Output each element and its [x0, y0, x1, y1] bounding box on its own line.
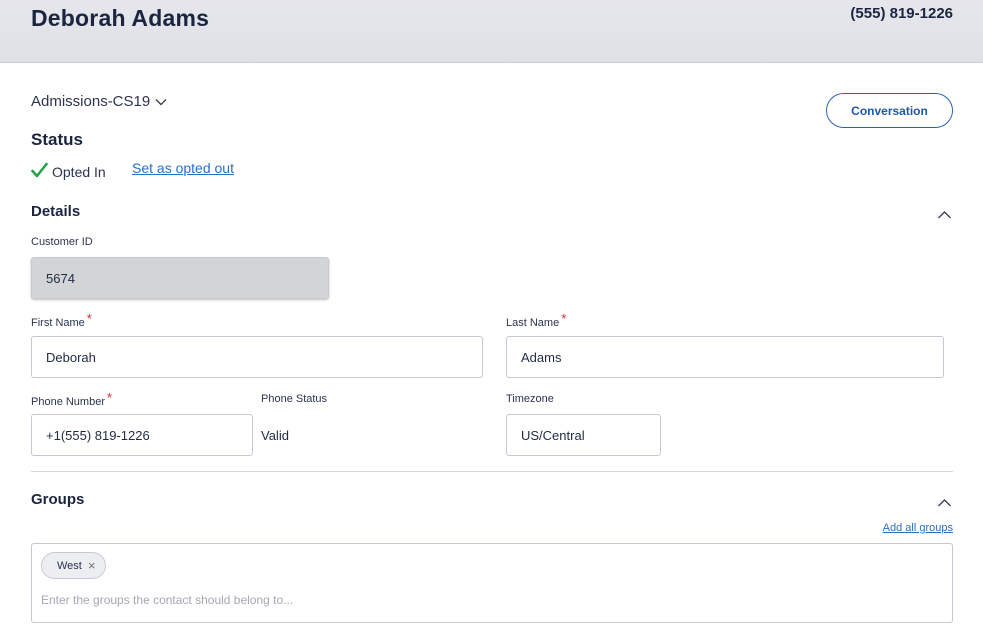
- last-name-label: Last Name *: [506, 311, 567, 329]
- timezone-label: Timezone: [506, 393, 554, 405]
- last-name-label-text: Last Name: [506, 317, 560, 329]
- last-name-input[interactable]: Adams: [506, 336, 944, 378]
- customer-id-field: 5674: [31, 257, 329, 299]
- groups-multiselect[interactable]: West ×: [31, 543, 953, 623]
- add-all-groups-link[interactable]: Add all groups: [883, 522, 953, 534]
- set-opted-out-link[interactable]: Set as opted out: [132, 160, 234, 176]
- section-divider: [31, 471, 953, 472]
- status-section-title: Status: [31, 130, 83, 149]
- first-name-input[interactable]: Deborah: [31, 336, 483, 378]
- phone-status-label: Phone Status: [261, 393, 328, 405]
- first-name-label-text: First Name: [31, 317, 85, 329]
- contact-header: Deborah Adams (555) 819-1226: [0, 0, 983, 63]
- chevron-up-icon[interactable]: [937, 210, 952, 220]
- required-asterisk: *: [107, 390, 113, 405]
- chevron-down-icon: [155, 98, 167, 105]
- campaign-label: Admissions-CS19: [31, 93, 151, 110]
- groups-section-title: Groups: [31, 491, 85, 508]
- group-chip-label: West: [57, 559, 82, 572]
- conversation-button[interactable]: Conversation: [826, 93, 953, 128]
- phone-number-label-text: Phone Number: [31, 396, 105, 408]
- required-asterisk: *: [86, 311, 92, 326]
- status-indicator: Opted In: [31, 160, 106, 180]
- phone-number-label: Phone Number *: [31, 390, 113, 408]
- first-name-label: First Name *: [31, 311, 92, 329]
- header-phone-number: (555) 819-1226: [850, 5, 953, 22]
- opt-status-label: Opted In: [52, 164, 106, 180]
- required-asterisk: *: [561, 311, 567, 326]
- phone-status-value: Valid: [261, 428, 289, 443]
- phone-number-input[interactable]: +1(555) 819-1226: [31, 414, 253, 456]
- details-section-title: Details: [31, 203, 81, 220]
- campaign-selector[interactable]: Admissions-CS19: [31, 93, 168, 110]
- groups-search-input[interactable]: [41, 590, 941, 610]
- checkmark-icon: [31, 162, 48, 177]
- chevron-up-icon[interactable]: [937, 498, 952, 508]
- contact-detail-page: Deborah Adams (555) 819-1226 Admissions-…: [0, 0, 983, 636]
- customer-id-label: Customer ID: [31, 236, 93, 248]
- group-chip-west: West ×: [41, 552, 107, 579]
- close-icon[interactable]: ×: [88, 559, 96, 572]
- contact-name-title: Deborah Adams: [31, 5, 210, 31]
- timezone-select[interactable]: US/Central: [506, 414, 661, 456]
